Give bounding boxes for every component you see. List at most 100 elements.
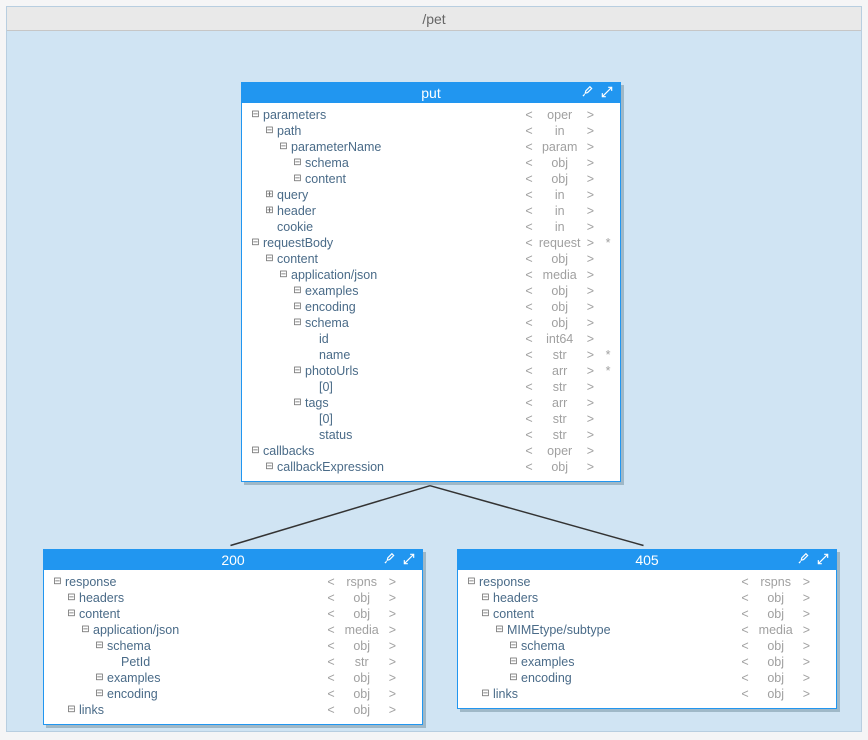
minus-box-icon[interactable] (264, 126, 275, 137)
node-200[interactable]: 200 response<rspns>headers<obj>content<o… (43, 549, 423, 725)
tree-row[interactable]: photoUrls<arr>* (246, 363, 618, 379)
tree-row[interactable]: headers<obj> (48, 590, 420, 606)
tree-row[interactable]: response<rspns> (462, 574, 834, 590)
minus-box-icon[interactable] (250, 110, 261, 121)
minus-box-icon[interactable] (66, 609, 77, 620)
row-label: schema (107, 638, 151, 654)
expand-icon[interactable] (816, 552, 830, 566)
minus-box-icon[interactable] (52, 577, 63, 588)
expand-icon[interactable] (600, 85, 614, 99)
minus-box-icon[interactable] (94, 641, 105, 652)
tree-row[interactable]: examples<obj> (48, 670, 420, 686)
minus-box-icon[interactable] (94, 673, 105, 684)
minus-box-icon[interactable] (292, 286, 303, 297)
node-put[interactable]: put parameters<oper>path<in>parameterNam… (241, 82, 621, 482)
expand-icon[interactable] (402, 552, 416, 566)
minus-box-icon[interactable] (292, 366, 303, 377)
node-200-title-text: 200 (221, 552, 244, 568)
tree-row[interactable]: PetId<str> (48, 654, 420, 670)
tree-row[interactable]: MIMEtype/subtype<media> (462, 622, 834, 638)
tree-row[interactable]: content<obj> (246, 251, 618, 267)
chevron-right-icon: > (385, 686, 400, 702)
minus-box-icon[interactable] (250, 446, 261, 457)
minus-box-icon[interactable] (264, 254, 275, 265)
tree-row[interactable]: response<rspns> (48, 574, 420, 590)
minus-box-icon[interactable] (278, 270, 289, 281)
minus-box-icon[interactable] (66, 705, 77, 716)
eyedropper-icon[interactable] (580, 85, 594, 99)
minus-box-icon[interactable] (508, 641, 519, 652)
tree-row[interactable]: cookie<in> (246, 219, 618, 235)
tree-row[interactable]: encoding<obj> (462, 670, 834, 686)
tree-row[interactable]: headers<obj> (462, 590, 834, 606)
chevron-left-icon: < (323, 590, 338, 606)
tree-row[interactable]: status<str> (246, 427, 618, 443)
tree-row[interactable]: content<obj> (48, 606, 420, 622)
minus-box-icon[interactable] (80, 625, 91, 636)
tree-row[interactable]: id<int64> (246, 331, 618, 347)
minus-box-icon[interactable] (264, 462, 275, 473)
tree-row[interactable]: content<obj> (462, 606, 834, 622)
tree-row[interactable]: schema<obj> (462, 638, 834, 654)
minus-box-icon[interactable] (292, 302, 303, 313)
minus-box-icon[interactable] (292, 318, 303, 329)
row-label: id (319, 331, 329, 347)
minus-box-icon[interactable] (250, 238, 261, 249)
tree-row[interactable]: encoding<obj> (48, 686, 420, 702)
tree-row[interactable]: query<in> (246, 187, 618, 203)
tree-row[interactable]: examples<obj> (246, 283, 618, 299)
tree-row[interactable]: parameters<oper> (246, 107, 618, 123)
eyedropper-icon[interactable] (796, 552, 810, 566)
plus-box-icon[interactable] (264, 190, 275, 201)
node-put-title-text: put (421, 85, 440, 101)
minus-box-icon[interactable] (508, 673, 519, 684)
chevron-left-icon: < (737, 654, 752, 670)
tree-row[interactable]: schema<obj> (246, 315, 618, 331)
tree-row[interactable]: examples<obj> (462, 654, 834, 670)
tree-row[interactable]: name<str>* (246, 347, 618, 363)
chevron-right-icon: > (385, 622, 400, 638)
tree-row[interactable]: application/json<media> (48, 622, 420, 638)
row-type: arr (537, 395, 583, 411)
row-type: obj (537, 155, 583, 171)
tree-row[interactable]: requestBody<request>* (246, 235, 618, 251)
node-405[interactable]: 405 response<rspns>headers<obj>content<o… (457, 549, 837, 709)
chevron-right-icon: > (583, 427, 598, 443)
minus-box-icon[interactable] (94, 689, 105, 700)
tree-row[interactable]: content<obj> (246, 171, 618, 187)
minus-box-icon[interactable] (494, 625, 505, 636)
tree-row[interactable]: schema<obj> (48, 638, 420, 654)
tree-row[interactable]: [0]<str> (246, 379, 618, 395)
tree-row[interactable]: path<in> (246, 123, 618, 139)
minus-box-icon[interactable] (66, 593, 77, 604)
plus-box-icon[interactable] (264, 206, 275, 217)
tree-row[interactable]: [0]<str> (246, 411, 618, 427)
minus-box-icon[interactable] (508, 657, 519, 668)
minus-box-icon[interactable] (480, 593, 491, 604)
required-marker: * (602, 363, 614, 379)
tree-row[interactable]: links<obj> (462, 686, 834, 702)
minus-box-icon[interactable] (466, 577, 477, 588)
eyedropper-icon[interactable] (382, 552, 396, 566)
minus-box-icon[interactable] (480, 689, 491, 700)
chevron-left-icon: < (323, 654, 338, 670)
tree-row[interactable]: tags<arr> (246, 395, 618, 411)
minus-box-icon[interactable] (292, 158, 303, 169)
tree-row[interactable]: callbacks<oper> (246, 443, 618, 459)
chevron-right-icon: > (799, 638, 814, 654)
tree-row[interactable]: callbackExpression<obj> (246, 459, 618, 475)
minus-box-icon[interactable] (292, 398, 303, 409)
minus-box-icon[interactable] (278, 142, 289, 153)
minus-box-icon[interactable] (480, 609, 491, 620)
row-type: rspns (753, 574, 799, 590)
tree-row[interactable]: application/json<media> (246, 267, 618, 283)
tree-row[interactable]: schema<obj> (246, 155, 618, 171)
minus-box-icon[interactable] (292, 174, 303, 185)
row-label: requestBody (263, 235, 333, 251)
tree-row[interactable]: encoding<obj> (246, 299, 618, 315)
tree-row[interactable]: header<in> (246, 203, 618, 219)
row-type: in (537, 203, 583, 219)
tree-row[interactable]: parameterName<param> (246, 139, 618, 155)
tree-row[interactable]: links<obj> (48, 702, 420, 718)
chevron-left-icon: < (521, 331, 536, 347)
